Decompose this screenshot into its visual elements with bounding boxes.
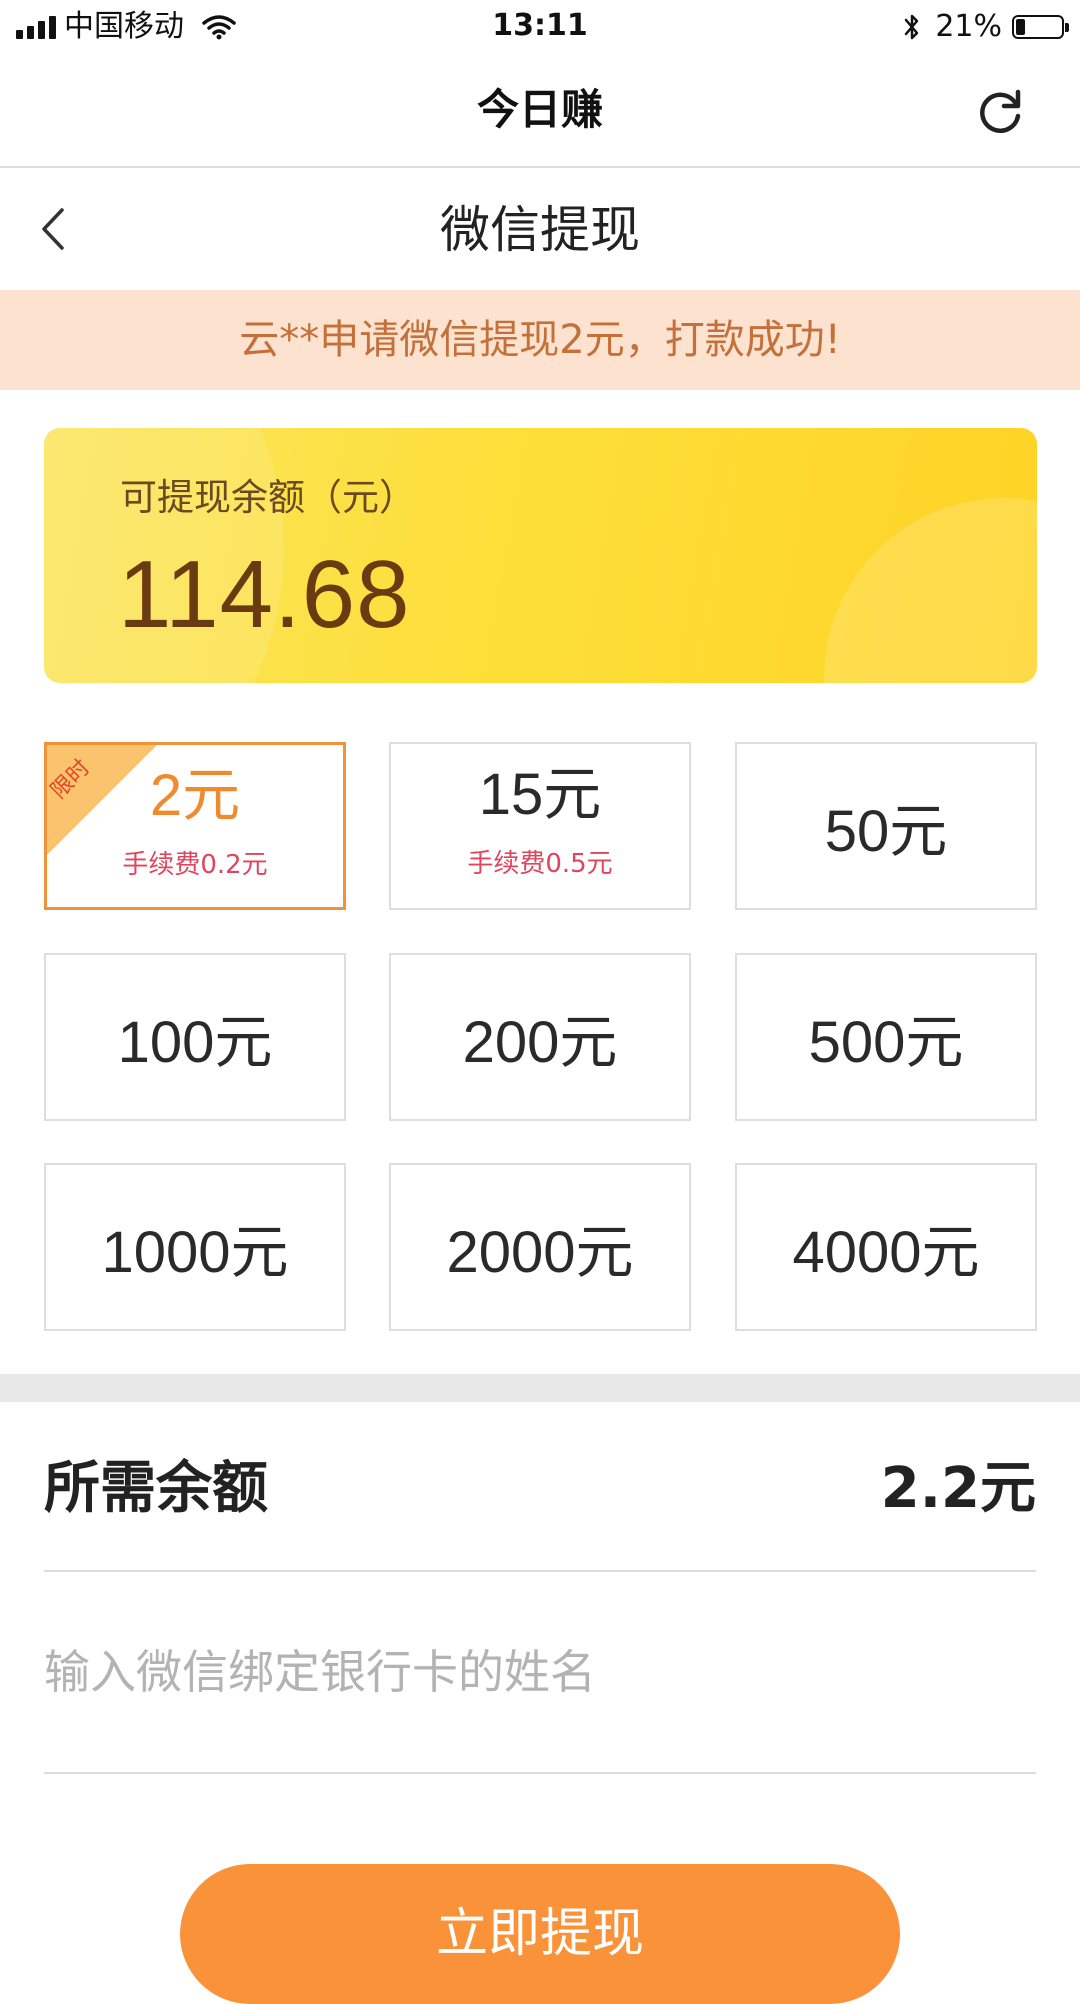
refresh-icon[interactable]: [972, 84, 1028, 140]
option-fee: 手续费0.2元: [122, 850, 268, 880]
name-input-row: [44, 1572, 1036, 1774]
balance-label: 可提现余额（元）: [120, 476, 416, 519]
app-title: 今日赚: [476, 85, 603, 134]
page-title-bar: 微信提现: [0, 168, 1080, 290]
withdraw-now-button[interactable]: 立即提现: [180, 1864, 900, 2004]
amount-option-2000[interactable]: 2000元: [389, 1163, 691, 1331]
battery-level: [1016, 19, 1025, 35]
option-amount: 200元: [462, 1010, 618, 1075]
battery-percent: 21%: [935, 9, 1002, 44]
battery-icon: [1012, 15, 1069, 39]
balance-card: 可提现余额（元） 114.68: [44, 428, 1037, 683]
bank-card-name-input[interactable]: [44, 1622, 1036, 1722]
option-amount: 100元: [117, 1010, 273, 1075]
app-header: 今日赚: [0, 54, 1080, 168]
option-amount: 2元: [149, 763, 241, 828]
amount-option-4000[interactable]: 4000元: [735, 1163, 1037, 1331]
option-amount: 1000元: [101, 1220, 289, 1285]
balance-amount: 114.68: [118, 541, 411, 648]
amount-option-200[interactable]: 200元: [389, 953, 691, 1121]
option-amount: 4000元: [792, 1220, 980, 1285]
amount-option-500[interactable]: 500元: [735, 953, 1037, 1121]
amount-option-2[interactable]: 限时 2元 手续费0.2元: [44, 742, 346, 910]
option-amount: 50元: [824, 799, 948, 864]
bluetooth-icon: [905, 14, 919, 40]
section-divider: [0, 1374, 1080, 1402]
status-right: 21%: [903, 8, 1069, 46]
option-fee: 手续费0.5元: [467, 849, 613, 879]
amount-option-100[interactable]: 100元: [44, 953, 346, 1121]
option-amount: 15元: [478, 762, 602, 827]
amount-option-15[interactable]: 15元 手续费0.5元: [389, 742, 691, 910]
required-balance-row: 所需余额 2.2元: [44, 1404, 1036, 1572]
option-amount: 500元: [808, 1010, 964, 1075]
status-bar: 中国移动 13:11 21%: [0, 0, 1080, 54]
amount-option-50[interactable]: 50元: [735, 742, 1037, 910]
withdraw-notice-banner: 云**申请微信提现2元，打款成功!: [0, 290, 1080, 390]
required-balance-value: 2.2元: [880, 1456, 1036, 1521]
amount-option-1000[interactable]: 1000元: [44, 1163, 346, 1331]
option-amount: 2000元: [446, 1220, 634, 1285]
card-decoration: [824, 498, 1037, 683]
page-title: 微信提现: [440, 201, 640, 259]
required-balance-label: 所需余额: [44, 1456, 268, 1521]
